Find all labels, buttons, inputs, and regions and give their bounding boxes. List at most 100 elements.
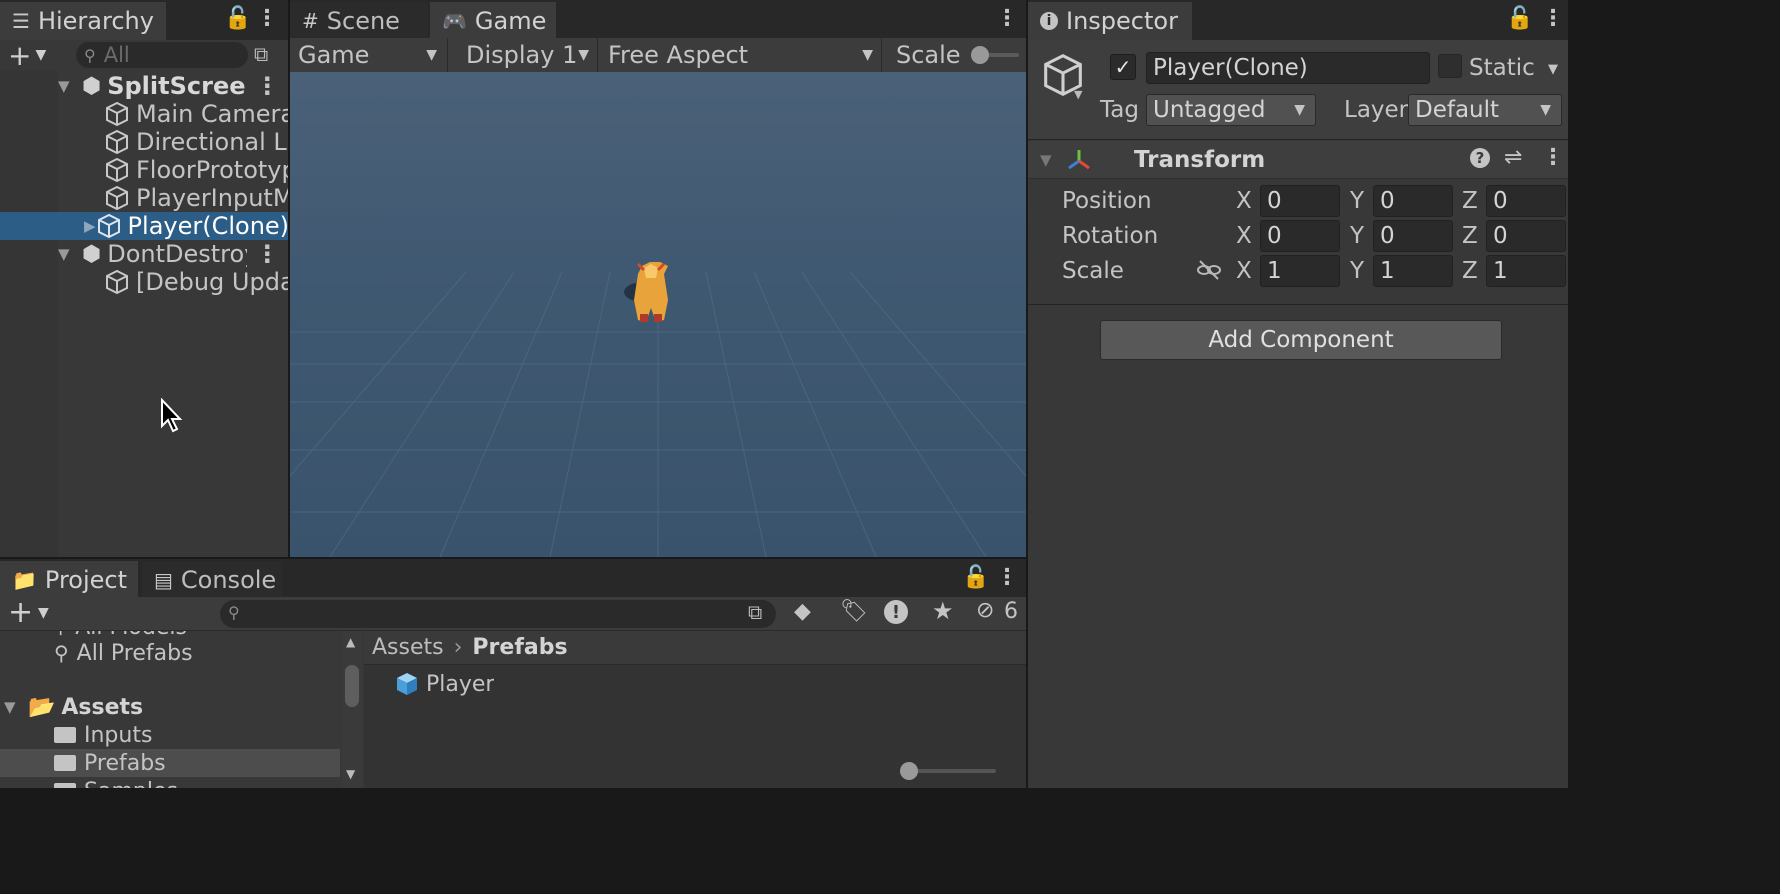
hierarchy-gutter <box>0 70 58 557</box>
tab-game[interactable]: 🎮 Game <box>430 2 556 40</box>
tab-inspector-label: Inspector <box>1066 7 1178 35</box>
favorite-item-all-prefabs[interactable]: ⚲ All Prefabs <box>54 639 193 667</box>
scale-x-field[interactable]: 1 <box>1260 255 1340 287</box>
tab-console[interactable]: ▤ Console <box>142 561 282 599</box>
scrollbar-thumb[interactable] <box>345 665 359 707</box>
filter-by-type-icon[interactable]: ◆ <box>794 599 811 624</box>
scale-y-field[interactable]: 1 <box>1373 255 1453 287</box>
tab-hierarchy-label: Hierarchy <box>37 7 154 35</box>
unlink-icon[interactable] <box>1196 259 1222 281</box>
favorite-item[interactable]: ⚲ All Models <box>54 631 187 639</box>
search-popout-icon[interactable]: ⧉ <box>748 600 762 624</box>
hierarchy-item-label: FloorPrototype( <box>136 156 288 184</box>
hierarchy-item-label: DontDestroyO <box>107 240 247 268</box>
chevron-down-icon[interactable]: ▼ <box>1074 88 1082 101</box>
lock-icon[interactable]: 🔓 <box>1506 6 1533 31</box>
mouse-cursor-icon <box>161 398 183 433</box>
position-z-field[interactable]: 0 <box>1486 185 1566 217</box>
scroll-down-icon[interactable]: ▼ <box>346 767 355 781</box>
more-icon[interactable]: ⋮ <box>1542 6 1564 31</box>
rotation-y-field[interactable]: 0 <box>1373 220 1453 252</box>
icon-size-slider[interactable] <box>900 762 996 780</box>
game-viewport[interactable] <box>290 72 1026 557</box>
tag-dropdown[interactable]: Untagged ▼ <box>1146 94 1316 126</box>
more-icon[interactable]: ⋮ <box>255 72 279 100</box>
breadcrumb-current[interactable]: Prefabs <box>472 635 567 660</box>
game-mode-dropdown[interactable]: Game ▼ <box>290 38 448 72</box>
folder-item[interactable]: Inputs <box>54 721 152 749</box>
scene-visibility-icon[interactable]: ⧉ <box>254 42 268 66</box>
add-icon[interactable]: + <box>8 40 31 70</box>
scroll-up-icon[interactable]: ▲ <box>346 635 355 649</box>
hierarchy-item[interactable]: Main Camera <box>104 100 288 128</box>
expand-arrow-icon[interactable]: ▼ <box>58 245 76 263</box>
more-icon[interactable]: ⋮ <box>255 240 279 268</box>
hierarchy-scene-row[interactable]: ▼ ⬢ SplitScreenEx ⋮ <box>0 72 288 100</box>
expand-arrow-icon[interactable]: ▶ <box>84 217 96 235</box>
chevron-down-icon[interactable]: ▼ <box>35 47 46 63</box>
project-search-input[interactable]: ⚲ ⧉ <box>220 600 776 628</box>
tab-scene[interactable]: # Scene <box>290 2 428 40</box>
folder-assets[interactable]: ▼ 📂 Assets <box>4 693 143 721</box>
favorite-star-icon[interactable]: ★ <box>932 597 954 625</box>
more-icon[interactable]: ⋮ <box>256 6 278 31</box>
list-icon: ☰ <box>12 9 30 33</box>
object-name-field[interactable]: Player(Clone) <box>1146 52 1430 84</box>
hidden-eye-icon[interactable]: ⊘ <box>976 598 994 623</box>
breadcrumb-root[interactable]: Assets <box>372 635 444 660</box>
active-checkbox[interactable]: ✓ <box>1110 54 1136 80</box>
lock-icon[interactable]: 🔓 <box>962 565 989 590</box>
transform-header[interactable]: ▼ Transform ? ⇌ ⋮ <box>1028 141 1568 179</box>
expand-arrow-icon[interactable]: ▼ <box>4 698 22 716</box>
more-icon[interactable]: ⋮ <box>996 6 1018 31</box>
hierarchy-item[interactable]: Directional Ligh <box>104 128 288 156</box>
folder-item[interactable]: Samples <box>54 777 178 788</box>
rotation-y-value: 0 <box>1380 223 1395 249</box>
scale-z-field[interactable]: 1 <box>1486 255 1566 287</box>
position-y-field[interactable]: 0 <box>1373 185 1453 217</box>
more-icon[interactable]: ⋮ <box>1542 145 1564 170</box>
expand-arrow-icon[interactable]: ▼ <box>58 77 76 95</box>
chevron-down-icon[interactable]: ▼ <box>38 605 49 621</box>
help-icon[interactable]: ? <box>1470 148 1490 168</box>
gameobject-icon <box>106 185 128 211</box>
prefab-icon <box>397 673 417 695</box>
static-checkbox[interactable] <box>1438 54 1462 78</box>
object-name-value: Player(Clone) <box>1153 55 1308 81</box>
layer-dropdown[interactable]: Default ▼ <box>1408 94 1562 126</box>
file-item[interactable]: Player <box>394 669 494 699</box>
warning-icon[interactable]: ! <box>884 600 908 624</box>
rotation-z-field[interactable]: 0 <box>1486 220 1566 252</box>
tab-hierarchy[interactable]: ☰ Hierarchy <box>0 2 166 40</box>
aspect-dropdown[interactable]: Free Aspect ▼ <box>600 38 882 72</box>
add-component-button[interactable]: Add Component <box>1100 320 1502 360</box>
file-label: Player <box>426 671 495 697</box>
lock-icon[interactable]: 🔓 <box>224 6 251 31</box>
position-x-field[interactable]: 0 <box>1260 185 1340 217</box>
hierarchy-item[interactable]: PlayerInputMar <box>104 184 288 212</box>
tab-project[interactable]: 📁 Project <box>0 561 138 599</box>
display-dropdown[interactable]: Display 1 ▼ <box>450 38 598 72</box>
folder-item-selected[interactable]: Prefabs <box>0 749 340 777</box>
position-label: Position <box>1062 188 1152 214</box>
scale-slider-handle[interactable] <box>970 46 989 64</box>
hierarchy-search-input[interactable]: ⚲ All <box>76 42 248 68</box>
axis-y-label: Y <box>1350 188 1365 214</box>
hierarchy-item[interactable]: FloorPrototype( <box>104 156 288 184</box>
scale-y-value: 1 <box>1380 258 1395 284</box>
add-icon[interactable]: + <box>8 595 33 630</box>
more-icon[interactable]: ⋮ <box>996 565 1018 590</box>
presets-icon[interactable]: ⇌ <box>1504 145 1522 170</box>
chevron-down-icon[interactable]: ▼ <box>1548 62 1558 77</box>
foldout-arrow-icon[interactable]: ▼ <box>1040 151 1052 169</box>
folder-tree-scrollbar[interactable]: ▲ ▼ <box>342 631 362 788</box>
icon-size-slider-handle[interactable] <box>900 762 918 780</box>
hierarchy-item[interactable]: [Debug Update <box>104 268 288 296</box>
filter-by-label-icon[interactable]: 🏷 <box>840 599 868 624</box>
tab-inspector[interactable]: i Inspector <box>1028 2 1192 40</box>
grid-icon: # <box>302 9 319 33</box>
hierarchy-scene-row[interactable]: ▼ ⬢ DontDestroyO ⋮ <box>0 240 288 268</box>
scale-slider[interactable] <box>970 46 1019 64</box>
hierarchy-item-selected[interactable]: ▶ Player(Clone) <box>0 212 288 240</box>
rotation-x-field[interactable]: 0 <box>1260 220 1340 252</box>
